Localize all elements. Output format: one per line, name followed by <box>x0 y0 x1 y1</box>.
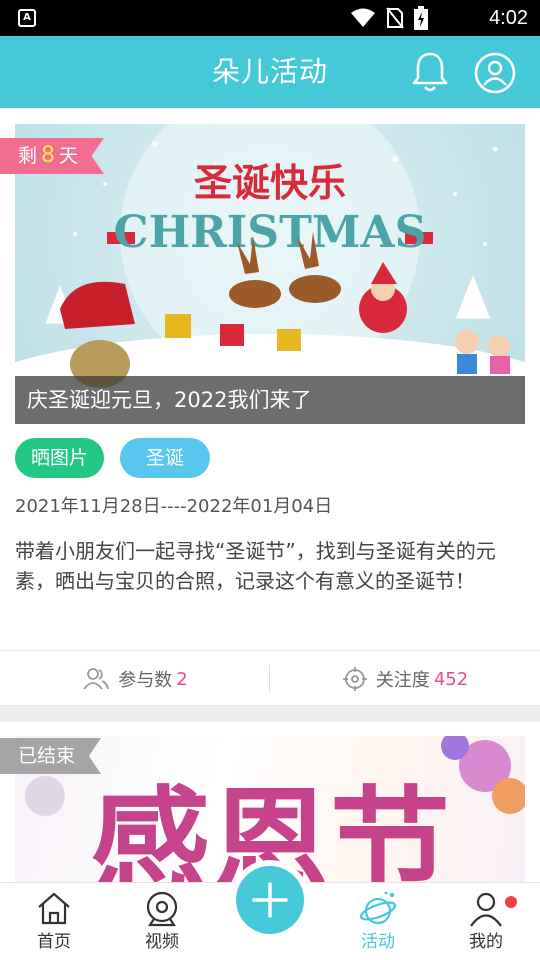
activity-card[interactable]: 感恩节 已结束 <box>0 722 540 882</box>
participants-label: 参与数 <box>118 670 173 691</box>
attention-label: 关注度 <box>375 670 430 691</box>
app-notification-icon: A <box>18 9 36 27</box>
days-remaining-count: 8 <box>41 143 56 168</box>
ribbon-prefix: 剩 <box>18 145 38 167</box>
profile-icon[interactable] <box>474 52 516 94</box>
nav-activity[interactable]: 活动 <box>324 883 432 960</box>
nav-mine[interactable]: 我的 <box>432 883 540 960</box>
clock: 4:02 <box>489 7 528 29</box>
status-bar: A 4:02 <box>0 0 540 36</box>
home-icon <box>38 892 70 925</box>
nav-video[interactable]: 视频 <box>108 883 216 960</box>
nav-video-label: 视频 <box>145 932 179 952</box>
tag-list: 晒图片 圣诞 <box>15 438 211 478</box>
banner-word: CHRISTMAS <box>114 207 427 258</box>
status-ribbon: 已结束 <box>0 738 102 774</box>
nav-home[interactable]: 首页 <box>0 883 108 960</box>
no-sim-icon <box>386 7 404 29</box>
banner-headline: 圣诞快乐 <box>194 161 346 205</box>
wifi-icon <box>351 8 375 27</box>
ribbon-suffix: 天 <box>59 145 79 167</box>
crosshair-icon <box>342 667 367 691</box>
person-icon <box>470 892 502 927</box>
card-separator <box>0 706 540 722</box>
activity-description: 带着小朋友们一起寻找“圣诞节”，找到与圣诞有关的元素，晒出与宝贝的合照，记录这个… <box>15 539 496 593</box>
activity-feed[interactable]: 圣诞快乐 CHRISTMAS 庆圣诞迎元旦，2022我们来了 剩 8 天 晒图片… <box>0 108 540 882</box>
thanksgiving-illustration: 感恩节 <box>25 736 525 882</box>
add-activity-button[interactable] <box>236 866 304 934</box>
page-title: 朵儿活动 <box>211 55 328 88</box>
activity-banner-image[interactable]: 感恩节 <box>15 736 525 882</box>
activity-card[interactable]: 圣诞快乐 CHRISTMAS 庆圣诞迎元旦，2022我们来了 剩 8 天 晒图片… <box>0 108 540 706</box>
activity-stats: 参与数 2 关注度 452 <box>0 650 540 706</box>
status-icons <box>350 6 428 30</box>
participants-stat[interactable]: 参与数 2 <box>0 651 270 707</box>
nav-home-label: 首页 <box>37 932 71 952</box>
activity-title: 庆圣诞迎元旦，2022我们来了 <box>27 388 312 412</box>
nav-activity-label: 活动 <box>361 932 395 952</box>
nav-mine-label: 我的 <box>469 932 503 952</box>
participants-count: 2 <box>176 668 188 690</box>
app-header: 朵儿活动 <box>0 36 540 108</box>
days-remaining-ribbon: 剩8天 <box>0 138 105 174</box>
plus-icon <box>252 882 288 918</box>
bell-icon[interactable] <box>410 50 450 94</box>
tag-christmas[interactable]: 圣诞 <box>120 438 211 478</box>
video-icon <box>146 891 178 927</box>
attention-count: 452 <box>433 668 469 690</box>
participants-icon <box>83 668 110 690</box>
planet-icon <box>359 891 397 925</box>
tag-share-photo[interactable]: 晒图片 <box>15 438 105 478</box>
date-range: 2021年11月28日----2022年01月04日 <box>15 496 333 517</box>
battery-icon <box>414 6 428 30</box>
attention-stat[interactable]: 关注度 452 <box>270 651 540 707</box>
notification-dot <box>505 896 517 908</box>
